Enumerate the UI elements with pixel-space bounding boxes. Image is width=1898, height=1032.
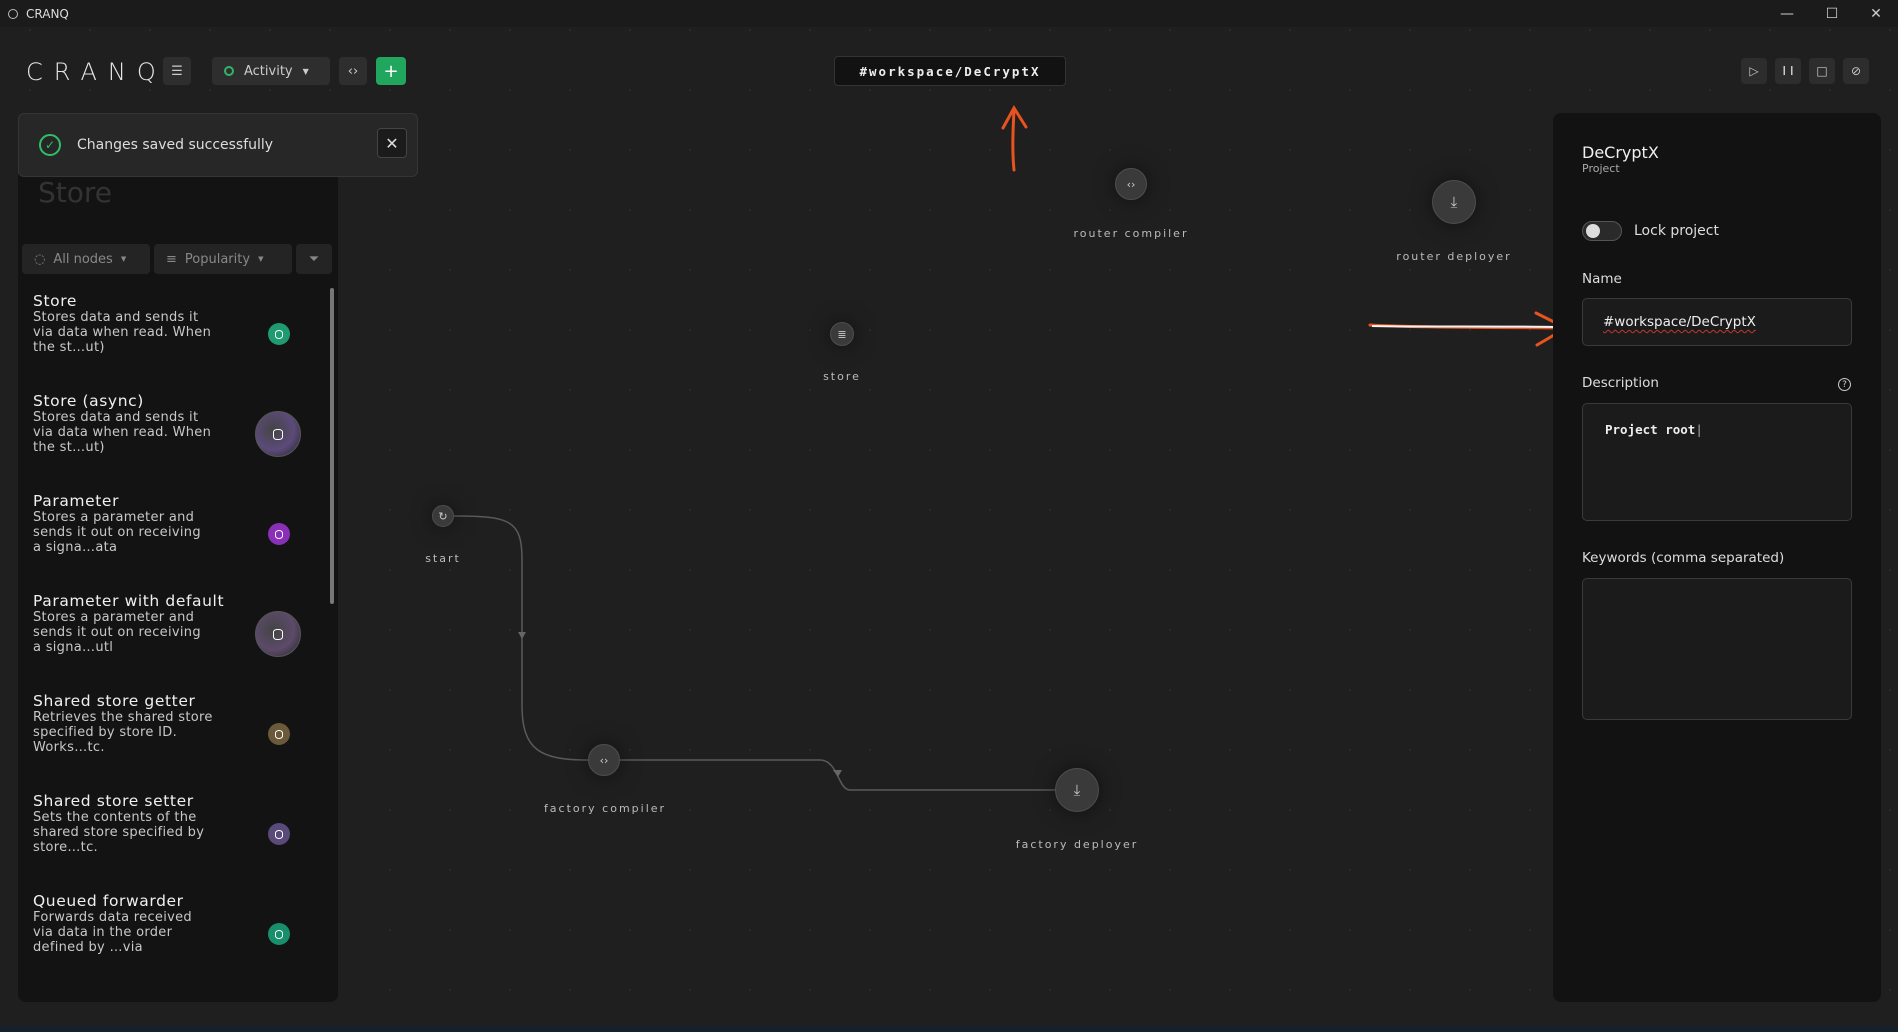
toast-message: Changes saved successfully [77, 137, 274, 153]
database-icon: ≣ [837, 327, 847, 341]
database-icon [255, 611, 301, 657]
node-item-title: Queued forwarder [33, 892, 184, 910]
node-label-start: start [425, 552, 461, 565]
sort-icon: ≡ [166, 251, 177, 267]
project-subtitle: Project [1582, 162, 1620, 175]
node-item-title: Store (async) [33, 392, 144, 410]
all-nodes-dropdown[interactable]: ◌ All nodes ▼ [22, 244, 150, 274]
download-icon: ⤓ [1073, 781, 1081, 799]
list-item[interactable]: Store Stores data and sends it via data w… [18, 285, 328, 385]
taskbar-edge [0, 1026, 1898, 1032]
chevron-down-icon: ▼ [258, 255, 264, 263]
toast-close-button[interactable]: ✕ [377, 128, 407, 158]
node-item-title: Shared store getter [33, 692, 196, 710]
list-item[interactable]: Parameter Stores a parameter and sends it… [18, 485, 328, 585]
lock-project-toggle[interactable] [1582, 221, 1622, 241]
name-value: #workspace/DeCryptX [1603, 314, 1756, 330]
database-icon [268, 523, 290, 545]
node-label-factory-compiler: factory compiler [543, 802, 667, 815]
sort-dropdown[interactable]: ≡ Popularity ▼ [154, 244, 292, 274]
list-item[interactable]: Store (async) Stores data and sends it vi… [18, 385, 328, 485]
node-label-factory-deployer: factory deployer [1015, 838, 1139, 851]
node-item-description: Stores data and sends it via data when r… [33, 310, 212, 355]
node-item-title: Parameter with default [33, 592, 225, 610]
node-list: Store Stores data and sends it via data w… [18, 285, 328, 985]
node-router-deployer[interactable]: ⤓ [1432, 180, 1476, 224]
node-library-panel: Store ◌ All nodes ▼ ≡ Popularity ▼ ⏷ Sto… [18, 170, 338, 1002]
all-nodes-label: All nodes [53, 251, 113, 267]
node-start[interactable]: ↻ [432, 505, 454, 527]
database-icon [268, 823, 290, 845]
node-label-router-deployer: router deployer [1396, 250, 1512, 263]
node-item-description: Retrieves the shared store specified by … [33, 710, 213, 755]
app-window: CRANQ — ☐ ✕ CRANQ ☰ Activity ▼ ‹› + #wor… [0, 0, 1898, 1032]
sort-label: Popularity [184, 251, 251, 267]
keywords-label: Keywords (comma separated) [1582, 550, 1785, 566]
library-filters: ◌ All nodes ▼ ≡ Popularity ▼ ⏷ [22, 244, 332, 274]
node-item-description: Sets the contents of the shared store sp… [33, 810, 205, 855]
lock-project-label: Lock project [1634, 223, 1719, 239]
database-icon [255, 411, 301, 457]
close-icon: ✕ [385, 133, 399, 153]
node-factory-compiler[interactable]: ‹› [588, 744, 620, 776]
list-item[interactable]: Queued forwarder Forwards data received v… [18, 885, 328, 985]
node-label-router-compiler: router compiler [1073, 227, 1189, 240]
filter-button[interactable]: ⏷ [296, 244, 332, 274]
database-icon [268, 923, 290, 945]
list-item[interactable]: Shared store setter Sets the contents of … [18, 785, 328, 885]
code-icon: ‹› [1126, 177, 1136, 191]
library-title: Store [38, 176, 113, 209]
keywords-field[interactable] [1582, 578, 1852, 720]
toggle-knob [1586, 224, 1600, 238]
chevron-down-icon: ▼ [120, 255, 127, 263]
node-label-store: store [823, 370, 861, 383]
library-scrollbar[interactable] [330, 288, 334, 604]
description-field[interactable]: Project root| [1582, 403, 1852, 521]
node-item-title: Parameter [33, 492, 120, 510]
help-icon[interactable]: ? [1838, 378, 1851, 391]
node-item-description: Stores a parameter and sends it out on r… [33, 510, 201, 555]
name-label: Name [1582, 271, 1622, 287]
project-title: DeCryptX [1582, 143, 1659, 162]
download-icon: ⤓ [1450, 193, 1458, 211]
database-icon [268, 323, 290, 345]
node-factory-deployer[interactable]: ⤓ [1055, 768, 1099, 812]
node-item-description: Forwards data received via data in the o… [33, 910, 192, 955]
description-value: Project root [1605, 422, 1696, 437]
database-icon [268, 723, 290, 745]
node-item-title: Shared store setter [33, 792, 194, 810]
node-item-description: Stores a parameter and sends it out on r… [33, 610, 201, 655]
funnel-icon: ⏷ [308, 251, 320, 267]
list-item[interactable]: Shared store getter Retrieves the shared … [18, 685, 328, 785]
node-item-title: Store [33, 292, 77, 310]
list-item[interactable]: Parameter with default Stores a parameter… [18, 585, 328, 685]
name-field[interactable]: #workspace/DeCryptX [1582, 298, 1852, 346]
node-store[interactable]: ≣ [830, 322, 854, 346]
code-icon: ‹› [599, 753, 609, 767]
refresh-icon: ↻ [438, 509, 448, 523]
check-icon: ✓ [39, 134, 61, 156]
node-item-description: Stores data and sends it via data when r… [33, 410, 212, 455]
success-toast: ✓ Changes saved successfully ✕ [18, 113, 418, 177]
wire-factory-compiler-to-deployer [618, 759, 1055, 791]
loading-icon: ◌ [34, 251, 46, 267]
project-properties-panel: DeCryptX Project Lock project Name #work… [1553, 113, 1881, 1002]
text-cursor: | [1695, 422, 1703, 437]
description-label: Description [1582, 375, 1659, 391]
node-router-compiler[interactable]: ‹› [1115, 168, 1147, 200]
